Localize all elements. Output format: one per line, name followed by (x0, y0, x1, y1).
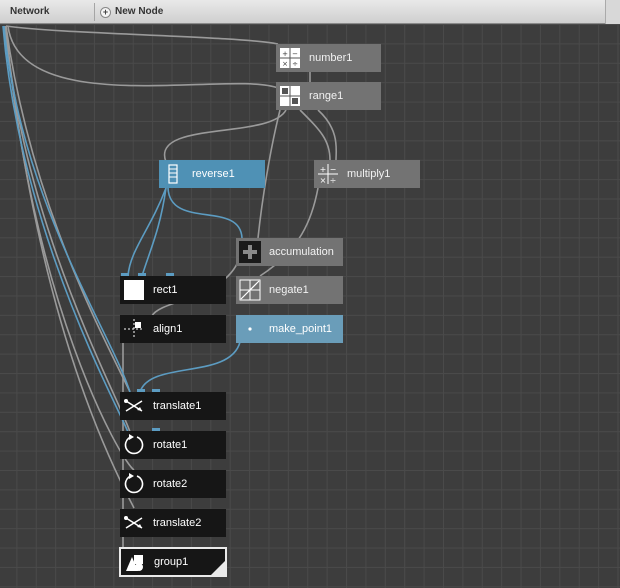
rectangle-icon (123, 279, 145, 301)
port-translate1-in[interactable] (152, 389, 160, 392)
node-make-point1[interactable]: make_point1 (236, 315, 343, 343)
node-label: accumulation (269, 246, 334, 258)
negate-icon (239, 279, 261, 301)
node-label: rotate2 (153, 478, 188, 490)
node-range1[interactable]: range1 (276, 82, 381, 110)
point-icon (239, 318, 261, 340)
range-icon (279, 85, 301, 107)
toolbar-edge (605, 0, 620, 24)
svg-text:+: + (320, 165, 327, 174)
new-node-button[interactable]: + New Node (100, 0, 163, 24)
list-icon (162, 163, 184, 185)
svg-text:÷: ÷ (330, 176, 337, 185)
node-align1[interactable]: align1 (120, 315, 226, 343)
node-rect1[interactable]: rect1 (120, 276, 226, 304)
plus-icon: + (100, 6, 111, 18)
svg-text:÷: ÷ (292, 60, 298, 68)
rotate-icon (123, 434, 145, 456)
translate-icon (123, 512, 145, 534)
node-label: rotate1 (153, 439, 188, 451)
node-accumulation[interactable]: accumulation (236, 238, 343, 266)
node-label: rect1 (153, 284, 178, 296)
node-rotate2[interactable]: rotate2 (120, 470, 226, 498)
network-toolbar: Network + New Node (0, 0, 620, 24)
svg-text:−: − (330, 165, 337, 174)
node-reverse1[interactable]: reverse1 (159, 160, 265, 188)
port-rect1-in[interactable] (166, 273, 174, 276)
node-translate1[interactable]: translate1 (120, 392, 226, 420)
node-rotate1[interactable]: rotate1 (120, 431, 226, 459)
node-multiply1[interactable]: + − × ÷ multiply1 (314, 160, 420, 188)
port-translate1-in[interactable] (137, 389, 145, 392)
port-rotate1-in[interactable] (152, 428, 160, 431)
number-icon: + − × ÷ (279, 47, 301, 69)
port-rect1-in[interactable] (138, 273, 146, 276)
port-rect1-in[interactable] (121, 273, 129, 276)
translate-icon (123, 395, 145, 417)
toolbar-divider (94, 3, 95, 21)
node-label: make_point1 (269, 323, 332, 335)
node-label: group1 (154, 556, 189, 568)
network-title: Network (10, 6, 50, 17)
svg-text:×: × (320, 176, 327, 185)
node-label: multiply1 (347, 168, 391, 180)
svg-text:−: − (292, 50, 298, 58)
node-negate1[interactable]: negate1 (236, 276, 343, 304)
group-icon (124, 551, 146, 573)
node-label: translate1 (153, 400, 202, 412)
node-label: range1 (309, 90, 344, 102)
align-icon (123, 318, 145, 340)
new-node-label: New Node (115, 6, 164, 17)
node-translate2[interactable]: translate2 (120, 509, 226, 537)
node-label: reverse1 (192, 168, 235, 180)
node-label: negate1 (269, 284, 309, 296)
rotate-icon (123, 473, 145, 495)
accumulation-icon (239, 241, 261, 263)
svg-text:+: + (282, 50, 288, 58)
node-group1[interactable]: group1 (119, 547, 227, 577)
math-operators-icon: + − × ÷ (317, 163, 339, 185)
node-label: align1 (153, 323, 183, 335)
rendered-corner-marker (211, 561, 225, 575)
node-number1[interactable]: + − × ÷ number1 (276, 44, 381, 72)
node-label: number1 (309, 52, 353, 64)
node-label: translate2 (153, 517, 202, 529)
svg-text:×: × (282, 60, 288, 68)
